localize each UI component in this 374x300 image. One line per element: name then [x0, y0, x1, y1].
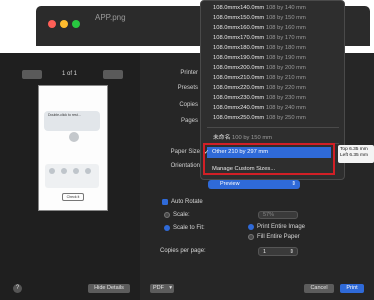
- paper-size-label: Paper Size: [170, 149, 200, 155]
- scale-input[interactable]: 57%: [258, 211, 298, 219]
- menu-item[interactable]: 108.0mmx200.0mm 108 by 200 mm: [213, 65, 306, 71]
- page-preview-thumbnail: Double-click to rest... Check it: [38, 85, 108, 211]
- menu-separator: [207, 127, 339, 128]
- window-title: APP.png: [95, 13, 126, 22]
- copies-per-page-value: 1: [263, 249, 267, 255]
- thumbnail-icon: [85, 168, 91, 174]
- menu-item-unnamed[interactable]: 未命名 100 by 150 mm: [213, 132, 272, 141]
- zoom-window-button[interactable]: [72, 20, 80, 28]
- hide-details-button[interactable]: Hide Details: [88, 284, 130, 293]
- thumbnail-icon: [61, 168, 67, 174]
- menu-item[interactable]: 108.0mmx230.0mm 108 by 230 mm: [213, 95, 306, 101]
- menu-item[interactable]: 108.0mmx180.0mm 108 by 180 mm: [213, 45, 306, 51]
- highlight-box: [203, 143, 335, 175]
- presets-label: Presets: [177, 85, 198, 91]
- close-window-button[interactable]: [48, 20, 56, 28]
- scale-to-fit-radio[interactable]: [164, 225, 170, 231]
- menu-item[interactable]: 108.0mmx210.0mm 108 by 210 mm: [213, 75, 306, 81]
- chevron-updown-icon: ⇕: [289, 249, 294, 255]
- fill-entire-paper-label: Fill Entire Paper: [257, 234, 300, 240]
- thumbnail-title: Double-click to rest...: [48, 113, 81, 117]
- margin-left-text: Left 6.35 mm: [340, 153, 368, 158]
- auto-rotate-checkbox[interactable]: [162, 199, 168, 205]
- menu-item[interactable]: 108.0mmx150.0mm 108 by 150 mm: [213, 15, 306, 21]
- fill-entire-paper-radio[interactable]: [248, 234, 254, 240]
- pdf-menu-button[interactable]: PDF ▾: [150, 284, 174, 293]
- print-button[interactable]: Print: [340, 284, 364, 293]
- print-entire-image-radio[interactable]: [248, 224, 254, 230]
- scale-label: Scale:: [173, 212, 190, 218]
- copies-per-page-label: Copies per page:: [160, 248, 206, 254]
- chevron-updown-icon: ⇕: [291, 181, 296, 187]
- menu-item[interactable]: 108.0mmx190.0mm 108 by 190 mm: [213, 55, 306, 61]
- thumbnail-button: Check it: [62, 193, 84, 201]
- print-entire-image-label: Print Entire Image: [257, 224, 306, 230]
- menu-item[interactable]: 108.0mmx220.0mm 108 by 220 mm: [213, 85, 306, 91]
- menu-item[interactable]: 108.0mmx140.0mm 108 by 140 mm: [213, 5, 306, 11]
- margins-tooltip: Top 6.35 mm Left 6.35 mm: [338, 145, 374, 163]
- thumbnail-icon: [73, 168, 79, 174]
- auto-rotate-label: Auto Rotate: [171, 199, 203, 205]
- scale-to-fit-label: Scale to Fit:: [173, 225, 205, 231]
- minimize-window-button[interactable]: [60, 20, 68, 28]
- menu-item[interactable]: 108.0mmx170.0mm 108 by 170 mm: [213, 35, 306, 41]
- pages-label: Pages: [180, 118, 198, 124]
- section-popup[interactable]: Preview ⇕: [208, 180, 300, 189]
- hand-pointer-icon: [69, 132, 79, 142]
- cancel-button[interactable]: Cancel: [304, 284, 334, 293]
- scale-value: 57%: [263, 212, 275, 218]
- copies-label: Copies: [179, 102, 198, 108]
- menu-item[interactable]: 108.0mmx160.0mm 108 by 160 mm: [213, 25, 306, 31]
- help-button[interactable]: ?: [13, 284, 22, 293]
- orientation-label: Orientation: [170, 163, 200, 169]
- menu-item[interactable]: 108.0mmx240.0mm 108 by 240 mm: [213, 105, 306, 111]
- menu-item[interactable]: 108.0mmx250.0mm 108 by 250 mm: [213, 115, 306, 121]
- chevron-down-icon: ▾: [169, 285, 172, 291]
- next-page-button[interactable]: [103, 70, 123, 79]
- scale-radio[interactable]: [164, 212, 170, 218]
- page-counter: 1 of 1: [62, 71, 78, 77]
- thumbnail-icon: [49, 168, 55, 174]
- section-popup-label: Preview: [220, 181, 240, 187]
- printer-label: Printer: [180, 70, 198, 76]
- pdf-label: PDF: [153, 285, 164, 291]
- previous-page-button[interactable]: [22, 70, 42, 79]
- copies-per-page-popup[interactable]: 1 ⇕: [258, 247, 298, 256]
